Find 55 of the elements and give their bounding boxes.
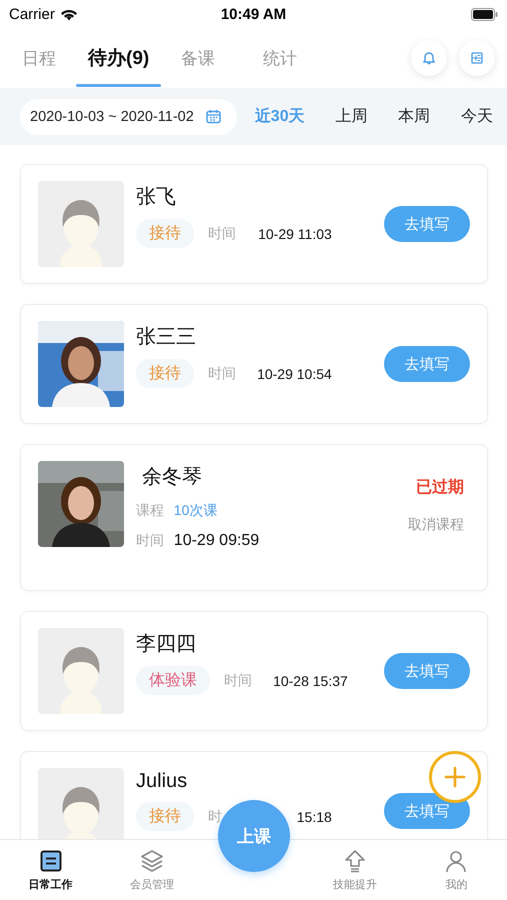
calendar-icon[interactable]	[206, 109, 221, 124]
tag: 接待	[136, 802, 194, 831]
avatar-placeholder-icon	[38, 628, 124, 714]
member-name: 李四四	[136, 632, 197, 657]
tag: 接待	[136, 359, 194, 388]
battery-icon	[471, 8, 498, 20]
time-label: 时间	[224, 672, 253, 690]
time-label: 时间	[208, 364, 237, 382]
time-label: 时间	[208, 224, 237, 242]
nav-tab[interactable]: 会员管理	[101, 840, 203, 900]
course-label: 课程	[136, 502, 165, 520]
nav-tab[interactable]: 日常工作	[0, 840, 102, 900]
fill-in-button[interactable]: 去填写	[384, 346, 470, 382]
tag: 接待	[136, 219, 194, 248]
fill-in-button[interactable]: 去填写	[384, 793, 470, 829]
form-button[interactable]	[459, 40, 495, 76]
date-filter[interactable]: 近30天	[250, 106, 309, 127]
fill-in-button[interactable]: 去填写	[384, 653, 470, 689]
time-value: 15:18	[296, 808, 332, 824]
date-filter[interactable]: 本周	[394, 106, 434, 127]
cancel-course-link[interactable]: 取消课程	[408, 516, 464, 534]
time-value: 10-28 15:37	[272, 672, 348, 688]
date-range-field[interactable]: 2020-10-03 ~ 2020-11-02	[20, 98, 237, 134]
tag: 体验课	[136, 666, 210, 695]
status-time: 10:49 AM	[220, 6, 286, 22]
member-name: 余冬琴	[142, 465, 203, 490]
tab[interactable]: 统计	[251, 28, 310, 88]
member-name: Julius	[136, 770, 188, 793]
member-name: 张飞	[136, 185, 177, 210]
expired-status: 已过期	[416, 478, 464, 498]
tab[interactable]: 日程	[10, 28, 68, 88]
form-icon	[471, 52, 483, 64]
time-label: 时间	[136, 532, 165, 550]
person-icon	[444, 848, 468, 872]
carrier-label: Carrier	[9, 6, 55, 22]
time-value: 10-29 11:03	[257, 226, 332, 242]
course-value: 10次课	[174, 502, 218, 520]
nav-tab[interactable]: 我的	[406, 840, 507, 900]
up-arrow-icon	[342, 848, 367, 872]
notification-button[interactable]	[411, 40, 447, 76]
plus-icon	[444, 766, 466, 788]
tab[interactable]: 备课	[169, 28, 228, 88]
list-icon	[38, 848, 63, 872]
wifi-icon	[60, 8, 78, 20]
date-filter[interactable]: 上周	[331, 106, 372, 127]
nav-tab[interactable]: 技能提升	[304, 840, 406, 900]
time-value: 10-29 10:54	[256, 366, 332, 382]
bell-icon	[423, 52, 435, 64]
avatar-placeholder-icon	[38, 181, 124, 267]
fill-in-button[interactable]: 去填写	[384, 206, 470, 242]
date-filter[interactable]: 今天	[456, 106, 497, 127]
layers-icon	[140, 848, 164, 872]
time-value: 10-29 09:59	[174, 532, 260, 550]
member-name: 张三三	[136, 325, 197, 350]
tab[interactable]: 待办(9)	[76, 28, 162, 88]
